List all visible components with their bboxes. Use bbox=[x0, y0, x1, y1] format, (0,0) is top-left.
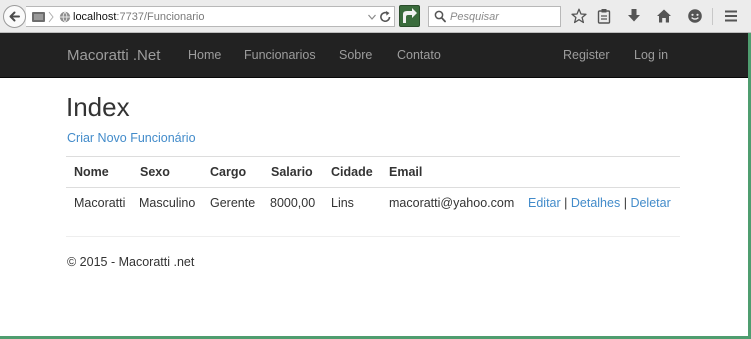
nav-link-sobre[interactable]: Sobre bbox=[339, 48, 372, 62]
back-arrow-icon bbox=[9, 11, 20, 22]
chat-icon[interactable] bbox=[687, 8, 703, 24]
cell-sexo: Masculino bbox=[139, 196, 196, 210]
footer-divider bbox=[66, 236, 680, 237]
column-header-salario: Salario bbox=[271, 165, 313, 179]
column-header-cargo: Cargo bbox=[210, 165, 247, 179]
nav-link-funcionarios[interactable]: Funcionarios bbox=[244, 48, 316, 62]
navbar-brand[interactable]: Macoratti .Net bbox=[67, 47, 160, 64]
address-bar[interactable]: localhost:7737/Funcionario bbox=[26, 6, 395, 27]
cell-nome: Macoratti bbox=[74, 196, 126, 210]
details-link[interactable]: Detalhes bbox=[571, 196, 620, 210]
globe-icon bbox=[59, 11, 71, 23]
action-separator: | bbox=[623, 196, 627, 210]
search-placeholder: Pesquisar bbox=[450, 11, 499, 23]
url-text[interactable]: localhost:7737/Funcionario bbox=[73, 11, 204, 23]
site-navbar: Macoratti .Net Home Funcionarios Sobre C… bbox=[0, 33, 751, 78]
home-icon[interactable] bbox=[656, 8, 672, 24]
column-header-cidade: Cidade bbox=[331, 165, 373, 179]
row-actions: Editar | Detalhes | Deletar bbox=[528, 196, 671, 210]
hamburger-menu-icon[interactable] bbox=[723, 8, 739, 24]
footer-copyright: © 2015 - Macoratti .net bbox=[67, 255, 195, 269]
column-header-nome: Nome bbox=[74, 165, 109, 179]
download-arrow-icon[interactable] bbox=[627, 8, 641, 24]
cell-cargo: Gerente bbox=[210, 196, 256, 210]
url-path: :7737/Funcionario bbox=[116, 11, 205, 23]
search-bar[interactable]: Pesquisar bbox=[428, 6, 561, 27]
column-header-sexo: Sexo bbox=[140, 165, 170, 179]
nav-link-contato[interactable]: Contato bbox=[397, 48, 441, 62]
table-divider bbox=[66, 187, 680, 188]
clipboard-icon[interactable] bbox=[597, 8, 611, 24]
addon-icon bbox=[403, 8, 417, 23]
page-title: Index bbox=[66, 92, 130, 122]
page-identity-icon[interactable] bbox=[31, 10, 55, 24]
cell-email: macoratti@yahoo.com bbox=[389, 196, 515, 210]
browser-toolbar: localhost:7737/Funcionario Pesquisar bbox=[0, 0, 751, 33]
nav-link-home[interactable]: Home bbox=[188, 48, 221, 62]
search-icon bbox=[434, 10, 446, 23]
url-host: localhost bbox=[73, 11, 117, 23]
edit-link[interactable]: Editar bbox=[528, 196, 561, 210]
nav-link-login[interactable]: Log in bbox=[634, 48, 668, 62]
star-icon[interactable] bbox=[571, 8, 587, 24]
chevron-down-icon[interactable] bbox=[367, 10, 377, 24]
back-button[interactable] bbox=[3, 5, 26, 28]
toolbar-separator bbox=[712, 8, 713, 25]
table-divider bbox=[66, 156, 680, 157]
nav-link-register[interactable]: Register bbox=[563, 48, 610, 62]
cell-cidade: Lins bbox=[331, 196, 354, 210]
addon-button[interactable] bbox=[399, 5, 420, 27]
cell-salario: 8000,00 bbox=[270, 196, 316, 210]
create-employee-link[interactable]: Criar Novo Funcionário bbox=[67, 131, 196, 145]
delete-link[interactable]: Deletar bbox=[630, 196, 670, 210]
action-separator: | bbox=[564, 196, 568, 210]
reload-icon[interactable] bbox=[379, 10, 392, 24]
column-header-email: Email bbox=[389, 165, 423, 179]
